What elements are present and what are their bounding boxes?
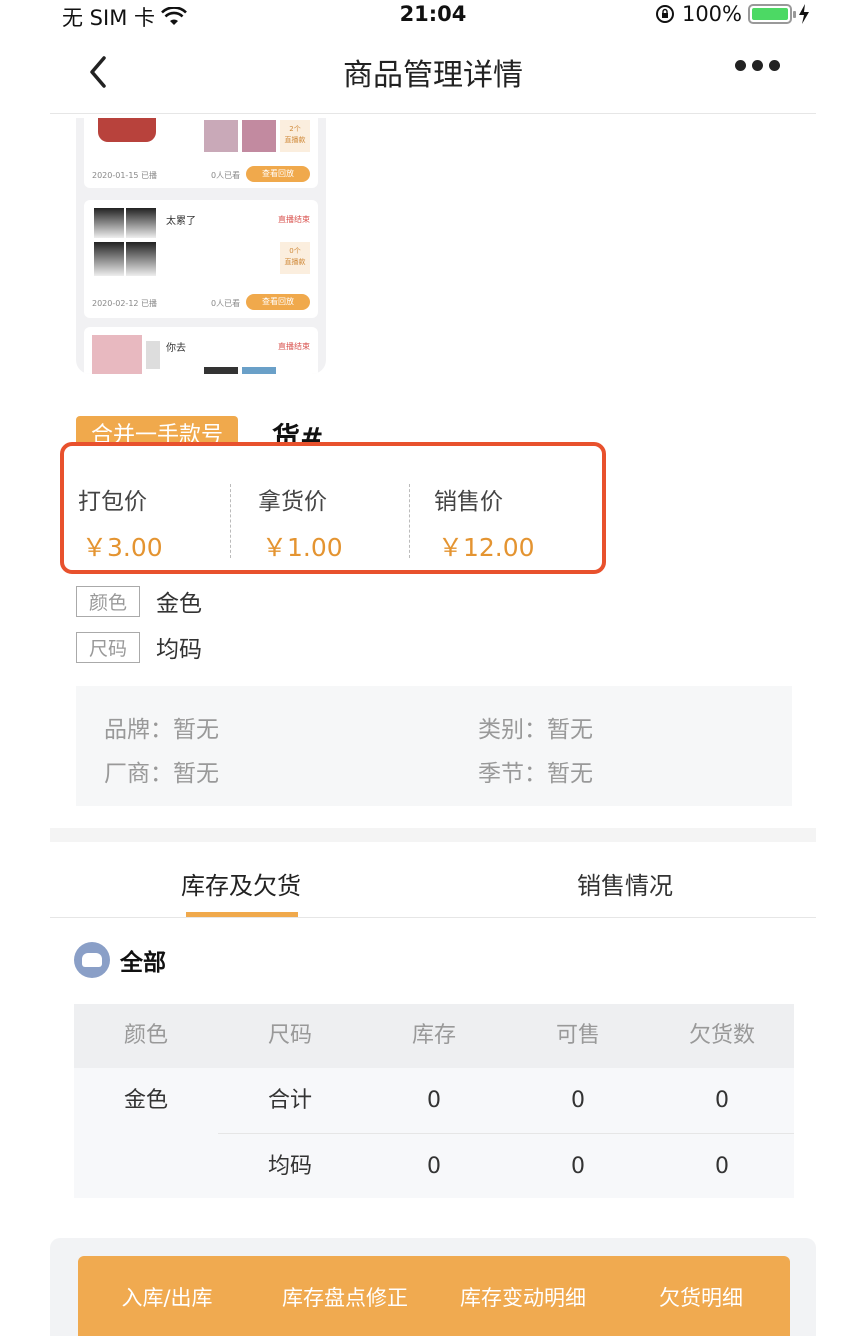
price-label: 销售价	[434, 489, 503, 515]
cell-stock: 0	[427, 1088, 441, 1113]
attribute-value: 金色	[156, 591, 203, 617]
section-label: 全部	[120, 950, 166, 976]
action-group: 入库/出库 库存盘点修正 库存变动明细 欠货明细	[78, 1256, 790, 1336]
bottom-bar: 入库/出库 库存盘点修正 库存变动明细 欠货明细	[50, 1238, 816, 1336]
cell-size: 合计	[267, 1088, 312, 1113]
stock-in-out-button[interactable]: 入库/出库	[78, 1256, 256, 1336]
badge-count: 2个	[289, 125, 301, 133]
stock-change-detail-button[interactable]: 库存变动明细	[434, 1256, 612, 1336]
divider	[230, 484, 231, 558]
live-card: 2个直播款 2020-01-15 已播 0人已看 查看回放	[84, 118, 318, 188]
section-gap	[50, 828, 816, 842]
tab-inventory[interactable]: 库存及欠货	[181, 866, 301, 901]
price-box: 打包价 ￥3.00 拿货价 ￥1.00 销售价 ￥12.00	[60, 442, 606, 574]
badge-label: 直播款	[284, 136, 306, 144]
attribute-value: 均码	[156, 637, 203, 663]
color-cell: 金色	[123, 1088, 168, 1113]
cell-size: 均码	[267, 1154, 312, 1179]
battery-icon	[748, 4, 796, 24]
card-viewed: 0人已看	[211, 299, 241, 308]
owed-detail-button[interactable]: 欠货明细	[612, 1256, 790, 1336]
divider	[409, 484, 410, 558]
cell-available: 0	[571, 1088, 585, 1113]
price-value: ￥1.00	[262, 533, 343, 562]
product-image[interactable]: 2个直播款 2020-01-15 已播 0人已看 查看回放 太累了 直播结束 0…	[76, 118, 326, 374]
info-category: 类别：暂无	[478, 717, 593, 743]
attribute-color: 颜色 金色	[76, 584, 202, 618]
nav-bar: 商品管理详情	[50, 30, 816, 114]
cell-available: 0	[571, 1154, 585, 1179]
table-row[interactable]: 合计 0 0 0	[218, 1068, 794, 1133]
card-name: 太累了	[166, 216, 196, 227]
price-value: ￥12.00	[438, 533, 535, 562]
table-header: 颜色 尺码 库存 可售 欠货数	[74, 1004, 794, 1068]
charging-icon	[799, 4, 809, 24]
live-card: 太累了 直播结束 0个直播款 2020-02-12 已播 0人已看 查看回放	[84, 200, 318, 318]
card-name: 你去	[166, 343, 186, 354]
stocktake-button[interactable]: 库存盘点修正	[256, 1256, 434, 1336]
info-brand: 品牌：暂无	[104, 717, 219, 743]
column-header: 尺码	[267, 1023, 312, 1048]
price-wholesale: 拿货价 ￥1.00	[258, 482, 418, 564]
price-value: ￥3.00	[82, 533, 163, 562]
page: 无 SIM 卡 21:04 100% 商品管理详情 2个 直播款 2020-01…	[0, 0, 866, 1336]
rotation-lock-icon	[655, 5, 674, 23]
cell-owed: 0	[715, 1154, 729, 1179]
price-label: 拿货价	[258, 489, 327, 515]
attribute-key: 尺码	[76, 631, 141, 663]
battery-percent: 100%	[681, 2, 742, 26]
info-season: 季节：暂无	[478, 761, 593, 787]
store-icon	[74, 942, 110, 978]
price-pack: 打包价 ￥3.00	[78, 482, 238, 564]
badge-count: 0个	[289, 247, 301, 255]
tab-active-indicator	[186, 912, 298, 917]
info-box: 品牌：暂无 类别：暂无 厂商：暂无 季节：暂无	[76, 686, 792, 806]
live-card: 你去 直播结束	[84, 327, 318, 374]
cell-owed: 0	[715, 1088, 729, 1113]
replay-button[interactable]: 查看回放	[246, 294, 310, 310]
inventory-table: 颜色 尺码 库存 可售 欠货数 金色 合计 0 0 0 均码 0 0 0	[74, 1004, 794, 1198]
column-header: 欠货数	[688, 1023, 755, 1048]
more-icon[interactable]	[735, 60, 780, 71]
card-viewed: 0人已看	[211, 171, 241, 180]
page-title: 商品管理详情	[343, 58, 523, 93]
replay-button[interactable]: 查看回放	[246, 166, 310, 182]
status-bar: 无 SIM 卡 21:04 100%	[0, 0, 866, 30]
column-header: 库存	[411, 1023, 456, 1048]
tab-sales[interactable]: 销售情况	[577, 866, 673, 901]
price-retail: 销售价 ￥12.00	[434, 482, 594, 564]
card-date: 2020-01-15 已播	[92, 171, 158, 180]
info-vendor: 厂商：暂无	[104, 761, 219, 787]
card-date: 2020-02-12 已播	[92, 299, 158, 308]
table-body: 金色 合计 0 0 0 均码 0 0 0	[74, 1068, 794, 1198]
section-header: 全部	[74, 942, 166, 978]
column-header: 可售	[555, 1023, 600, 1048]
card-status: 直播结束	[278, 215, 310, 224]
card-status: 直播结束	[278, 342, 310, 351]
cell-stock: 0	[427, 1154, 441, 1179]
price-label: 打包价	[78, 489, 147, 515]
attribute-size: 尺码 均码	[76, 630, 202, 664]
attribute-key: 颜色	[76, 585, 141, 617]
table-row[interactable]: 均码 0 0 0	[218, 1133, 794, 1198]
tab-bar: 库存及欠货 销售情况	[50, 842, 816, 918]
badge-label: 直播款	[284, 258, 306, 266]
column-header: 颜色	[123, 1023, 168, 1048]
